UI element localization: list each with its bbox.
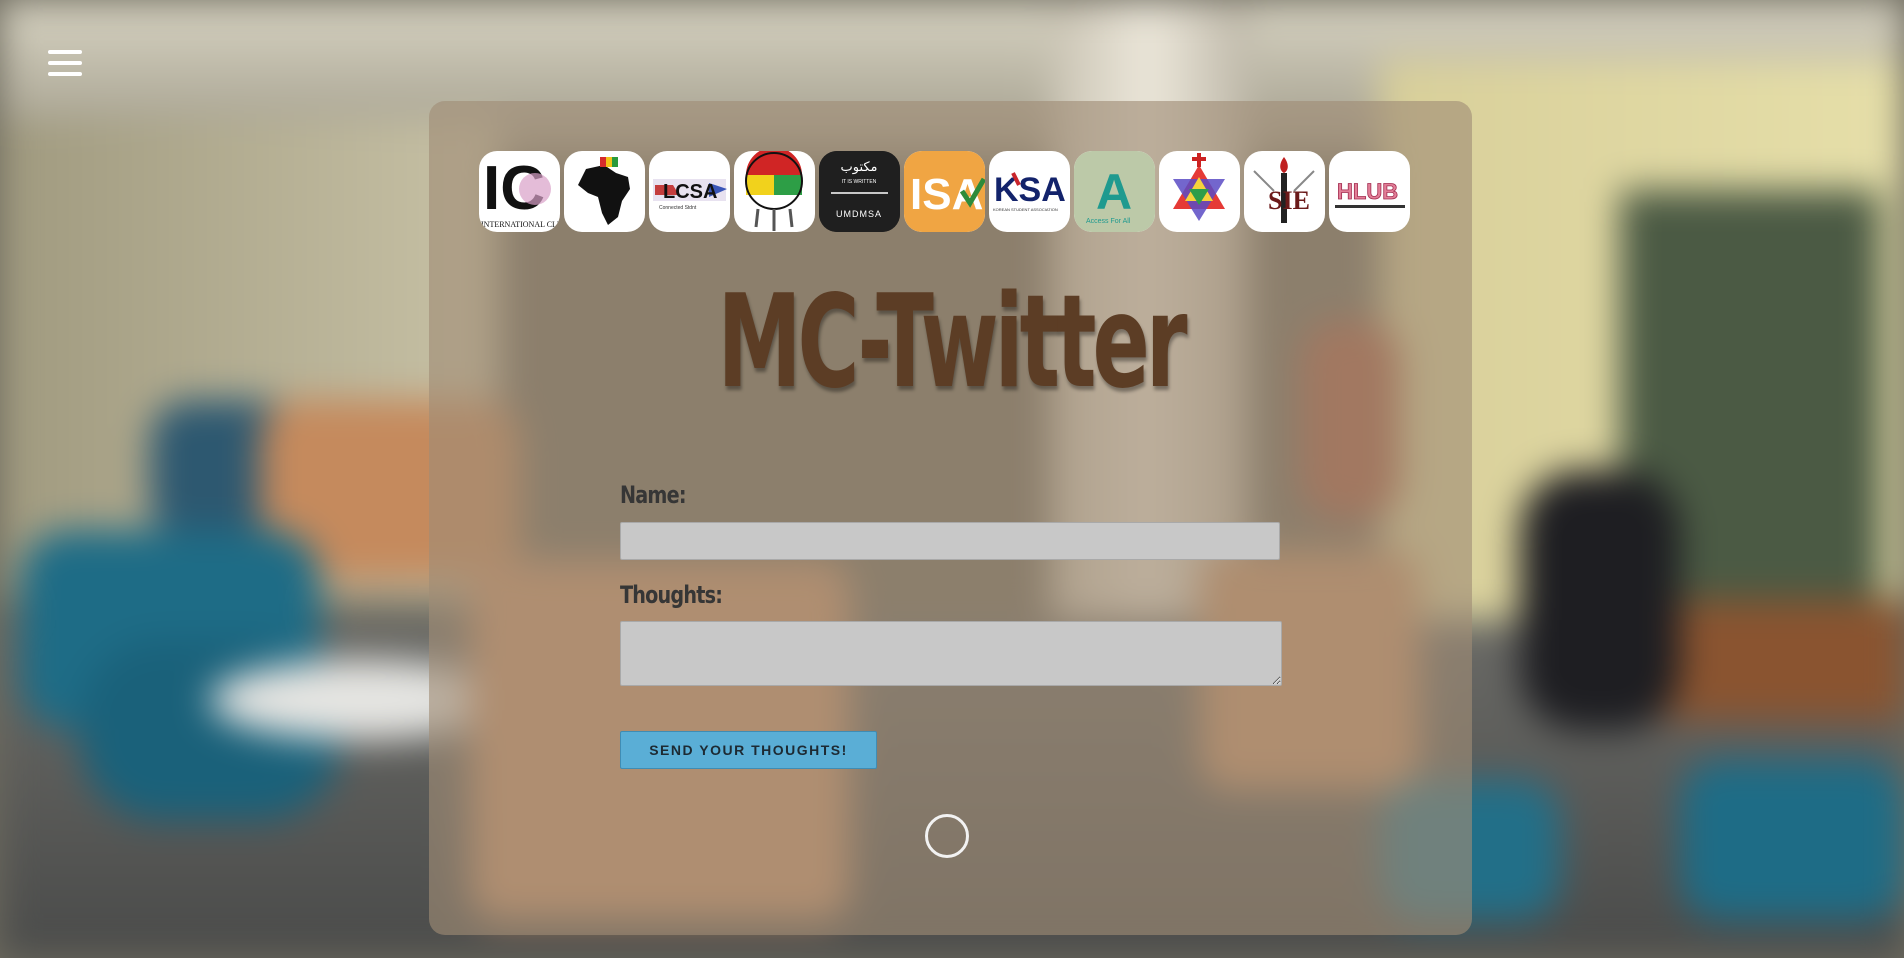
- logo-subtext: INTERNATIONAL CLUB: [481, 220, 560, 229]
- access-for-all-logo[interactable]: A Access For All: [1074, 151, 1155, 232]
- name-label: Name:: [620, 481, 687, 509]
- logo-text: LCSA: [663, 181, 717, 203]
- thoughts-textarea[interactable]: [620, 621, 1282, 686]
- anishinaabe-student-logo[interactable]: [734, 151, 815, 232]
- logo-subtext: KOREAN STUDENT ASSOCIATION: [993, 207, 1058, 212]
- loading-spinner-icon: [925, 814, 969, 858]
- ksa-logo[interactable]: KSA KOREAN STUDENT ASSOCIATION: [989, 151, 1070, 232]
- logo-text: UMDMSA: [836, 209, 882, 219]
- thoughts-label: Thoughts:: [620, 581, 723, 609]
- logo-subtext: Connected Stdnt: [659, 205, 697, 211]
- logo-text: HLUB: [1337, 179, 1398, 204]
- logo-arabic-text: مكتوب: [840, 160, 877, 175]
- african-student-logo[interactable]: [564, 151, 645, 232]
- main-panel: IC INTERNATIONAL CLUB LCSA Connected Std…: [429, 101, 1472, 935]
- name-input[interactable]: [620, 522, 1280, 560]
- hlub-logo[interactable]: HLUB: [1329, 151, 1410, 232]
- isa-logo[interactable]: ISA: [904, 151, 985, 232]
- logo-subtext: Access For All: [1086, 218, 1131, 225]
- logo-tagline: IT IS WRITTEN: [842, 179, 877, 185]
- lcsa-logo[interactable]: LCSA Connected Stdnt: [649, 151, 730, 232]
- send-thoughts-button[interactable]: SEND YOUR THOUGHTS!: [620, 731, 877, 769]
- logo-text: KSA: [994, 171, 1066, 209]
- page-title: MC-Twitter: [717, 268, 1187, 417]
- umd-msa-logo[interactable]: مكتوب IT IS WRITTEN UMDMSA: [819, 151, 900, 232]
- logo-text: A: [1096, 164, 1132, 220]
- hamburger-menu-icon[interactable]: [48, 50, 82, 76]
- sie-logo[interactable]: SIE: [1244, 151, 1325, 232]
- club-logos: IC INTERNATIONAL CLUB LCSA Connected Std…: [479, 151, 1410, 232]
- star-of-david-logo[interactable]: [1159, 151, 1240, 232]
- international-club-logo[interactable]: IC INTERNATIONAL CLUB: [479, 151, 560, 232]
